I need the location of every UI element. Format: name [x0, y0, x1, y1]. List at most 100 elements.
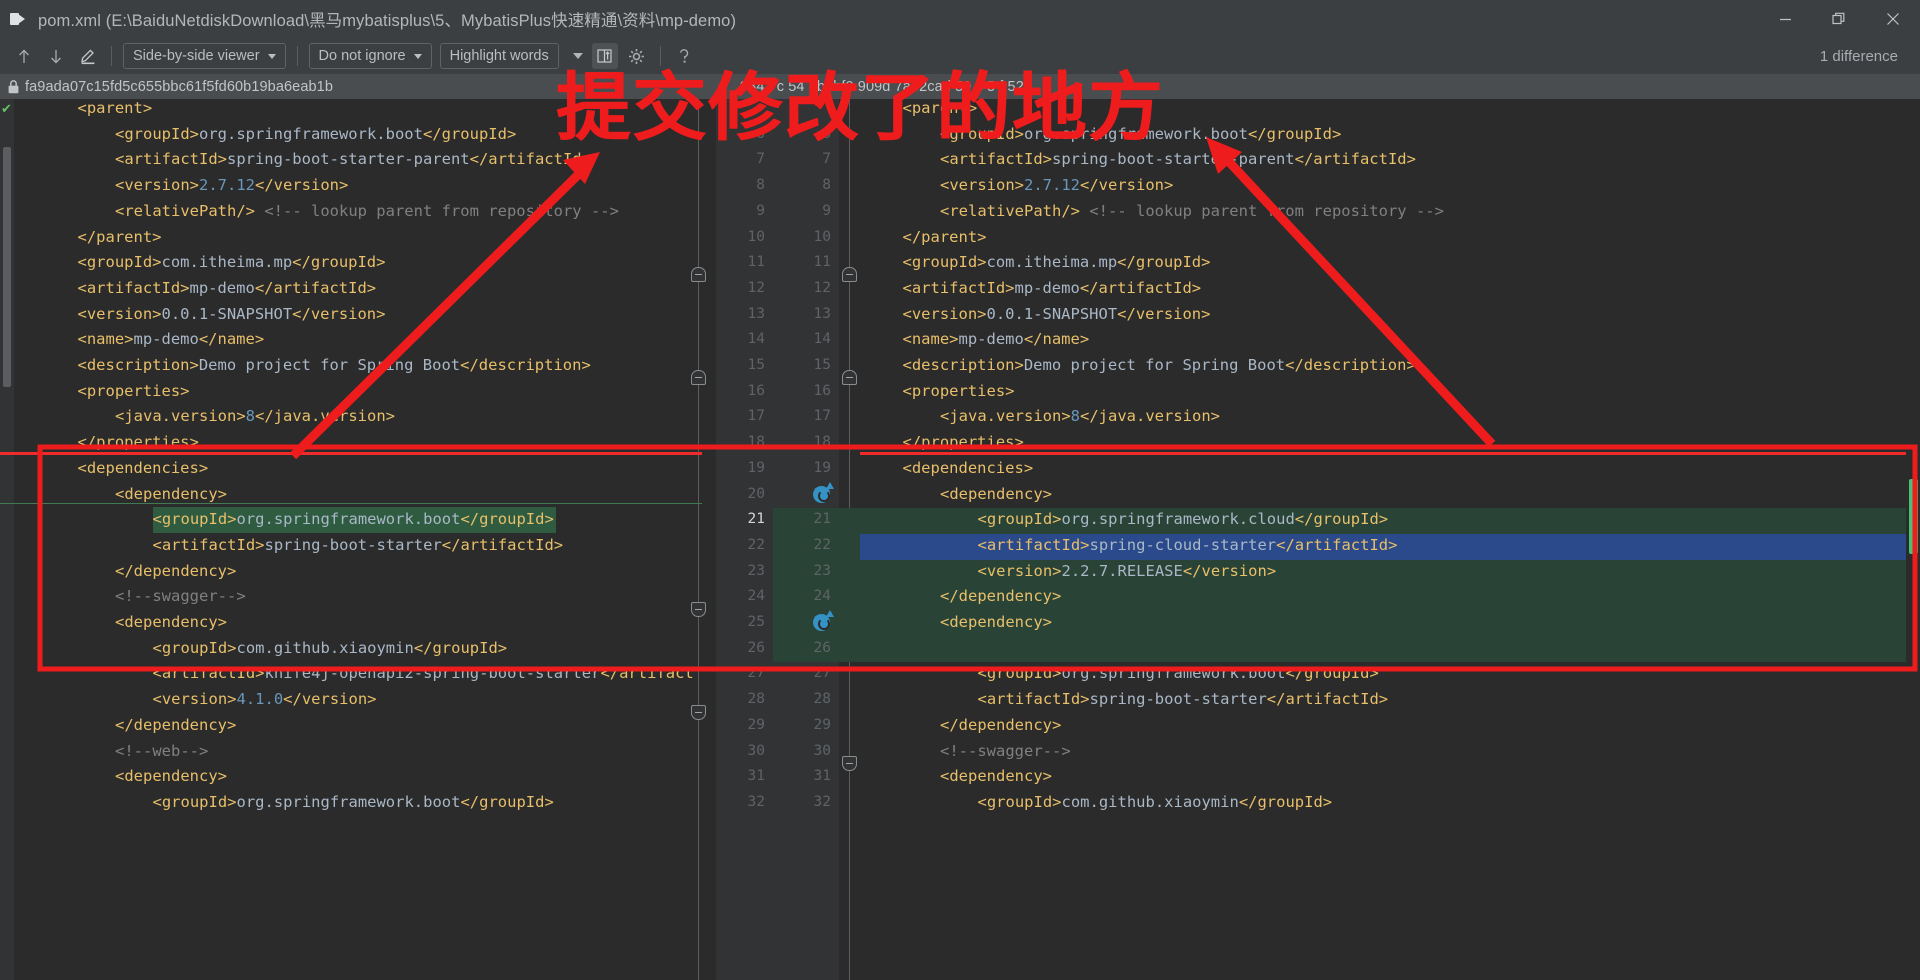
- left-status-strip[interactable]: ✔: [0, 99, 14, 980]
- line-number: 10: [813, 228, 831, 245]
- line-number: 22: [747, 536, 765, 553]
- code-line[interactable]: <dependencies>: [78, 456, 209, 482]
- line-number: 18: [747, 434, 765, 451]
- previous-difference-icon[interactable]: [11, 43, 37, 69]
- code-line[interactable]: </dependency>: [115, 713, 236, 739]
- vertical-scrollbar[interactable]: [1906, 99, 1920, 980]
- line-number: 32: [813, 793, 831, 810]
- code-line[interactable]: </dependency>: [115, 559, 236, 585]
- right-status-check: [1906, 99, 1920, 109]
- code-line[interactable]: <groupId>org.springframework.boot</group…: [115, 122, 516, 148]
- code-line[interactable]: <name>mp-demo</name>: [78, 327, 265, 353]
- code-line[interactable]: <groupId>org.springframework.boot</group…: [153, 507, 554, 533]
- code-line[interactable]: <groupId>org.springframework.cloud</grou…: [978, 507, 1389, 533]
- change-separator-red: [860, 452, 1906, 455]
- title-bar: pom.xml (E:\BaiduNetdiskDownload\黑马mybat…: [0, 0, 1920, 38]
- left-fold-column[interactable]: [688, 99, 710, 980]
- revert-change-icon[interactable]: [813, 481, 834, 503]
- code-line[interactable]: <version>2.7.12</version>: [940, 173, 1173, 199]
- line-number: 11: [813, 254, 831, 271]
- code-line[interactable]: <java.version>8</java.version>: [115, 404, 395, 430]
- code-line[interactable]: <java.version>8</java.version>: [940, 404, 1220, 430]
- check-icon: ✔: [1, 101, 12, 116]
- line-number: 27: [813, 665, 831, 682]
- code-line[interactable]: <artifactId>spring-cloud-starter</artifa…: [978, 533, 1398, 559]
- line-number: 10: [747, 228, 765, 245]
- fold-marker-close: [842, 756, 857, 771]
- ignore-mode-dropdown[interactable]: Do not ignore: [308, 43, 432, 69]
- code-line[interactable]: <dependency>: [940, 482, 1052, 508]
- line-number: 21: [747, 511, 765, 528]
- code-line[interactable]: <groupId>com.github.xiaoymin</groupId>: [978, 790, 1333, 816]
- left-hash-text: fa9ada07c15fd5c655bbc61f5fd60b19ba6eab1b: [25, 78, 333, 95]
- line-number: 24: [813, 588, 831, 605]
- line-number: 23: [747, 562, 765, 579]
- code-line[interactable]: <artifactId>knife4j-openapi2-spring-boot…: [153, 661, 694, 687]
- viewer-mode-label: Side-by-side viewer: [133, 48, 260, 64]
- code-line[interactable]: <groupId>com.itheima.mp</groupId>: [903, 250, 1211, 276]
- code-line[interactable]: </dependency>: [940, 584, 1061, 610]
- code-line[interactable]: <groupId>org.springframework.boot</group…: [153, 790, 554, 816]
- window-title: pom.xml (E:\BaiduNetdiskDownload\黑马mybat…: [38, 12, 737, 30]
- code-line[interactable]: <version>2.7.12</version>: [115, 173, 348, 199]
- code-line[interactable]: <parent>: [78, 99, 153, 122]
- code-line[interactable]: <artifactId>mp-demo</artifactId>: [78, 276, 377, 302]
- code-line[interactable]: <dependency>: [940, 764, 1052, 790]
- code-line[interactable]: <dependency>: [115, 764, 227, 790]
- code-line[interactable]: <dependency>: [115, 610, 227, 636]
- chevron-down-icon: [267, 53, 276, 59]
- code-line[interactable]: <artifactId>spring-boot-starter</artifac…: [153, 533, 564, 559]
- next-difference-icon[interactable]: [43, 43, 69, 69]
- scrollbar-thumb[interactable]: [1909, 479, 1918, 554]
- code-line[interactable]: <!--swagger-->: [115, 584, 246, 610]
- maximize-restore-button[interactable]: [1812, 0, 1866, 38]
- edit-pencil-icon[interactable]: [75, 43, 101, 69]
- code-line[interactable]: <properties>: [903, 379, 1015, 405]
- code-line[interactable]: </parent>: [78, 225, 162, 251]
- left-strip-thumb[interactable]: [3, 147, 11, 387]
- line-number: 16: [813, 382, 831, 399]
- code-line[interactable]: <artifactId>spring-boot-starter</artifac…: [978, 687, 1389, 713]
- line-number: 12: [747, 279, 765, 296]
- line-number: 28: [813, 691, 831, 708]
- line-number: 13: [747, 305, 765, 322]
- right-code-pane[interactable]: <parent> <groupId>org.springframework.boo…: [839, 99, 1920, 980]
- code-line[interactable]: <name>mp-demo</name>: [903, 327, 1090, 353]
- line-number: 12: [813, 279, 831, 296]
- code-line[interactable]: <groupId>com.github.xiaoymin</groupId>: [153, 636, 508, 662]
- line-number: 14: [813, 331, 831, 348]
- viewer-mode-dropdown[interactable]: Side-by-side viewer: [123, 43, 286, 69]
- code-line[interactable]: <!--swagger-->: [940, 739, 1071, 765]
- code-line[interactable]: <version>2.2.7.RELEASE</version>: [978, 559, 1277, 585]
- code-line[interactable]: <!--web-->: [115, 739, 208, 765]
- line-number: 20: [747, 485, 765, 502]
- line-number: 28: [747, 691, 765, 708]
- code-line[interactable]: <properties>: [78, 379, 190, 405]
- code-line[interactable]: <relativePath/> <!-- lookup parent from …: [115, 199, 619, 225]
- ignore-mode-label: Do not ignore: [318, 48, 406, 64]
- code-line[interactable]: <description>Demo project for Spring Boo…: [903, 353, 1416, 379]
- code-line[interactable]: <description>Demo project for Spring Boo…: [78, 353, 591, 379]
- line-number: 15: [747, 357, 765, 373]
- code-line[interactable]: <dependencies>: [903, 456, 1034, 482]
- code-line[interactable]: </parent>: [903, 225, 987, 251]
- code-line[interactable]: <relativePath/> <!-- lookup parent from …: [940, 199, 1444, 225]
- left-code-pane[interactable]: <parent> <groupId>org.springframework.boo…: [14, 99, 716, 980]
- close-button[interactable]: [1866, 0, 1920, 38]
- revert-change-icon[interactable]: [813, 610, 834, 631]
- diff-window-icon: [10, 10, 28, 28]
- toolbar-separator: [111, 46, 112, 66]
- highlight-mode-dropdown[interactable]: Highlight words: [439, 43, 559, 69]
- code-line[interactable]: <version>0.0.1-SNAPSHOT</version>: [78, 302, 386, 328]
- line-number: 11: [747, 254, 765, 271]
- line-number: 30: [813, 742, 831, 759]
- code-line[interactable]: <artifactId>spring-boot-starter-parent</…: [115, 147, 591, 173]
- code-line[interactable]: <version>4.1.0</version>: [153, 687, 377, 713]
- code-line[interactable]: <groupId>com.itheima.mp</groupId>: [78, 250, 386, 276]
- minimize-button[interactable]: [1758, 0, 1812, 38]
- code-line[interactable]: <dependency>: [940, 610, 1052, 636]
- code-line[interactable]: <artifactId>mp-demo</artifactId>: [903, 276, 1202, 302]
- code-line[interactable]: </dependency>: [940, 713, 1061, 739]
- code-line[interactable]: <version>0.0.1-SNAPSHOT</version>: [903, 302, 1211, 328]
- code-line[interactable]: <groupId>org.springframework.boot</group…: [978, 661, 1379, 687]
